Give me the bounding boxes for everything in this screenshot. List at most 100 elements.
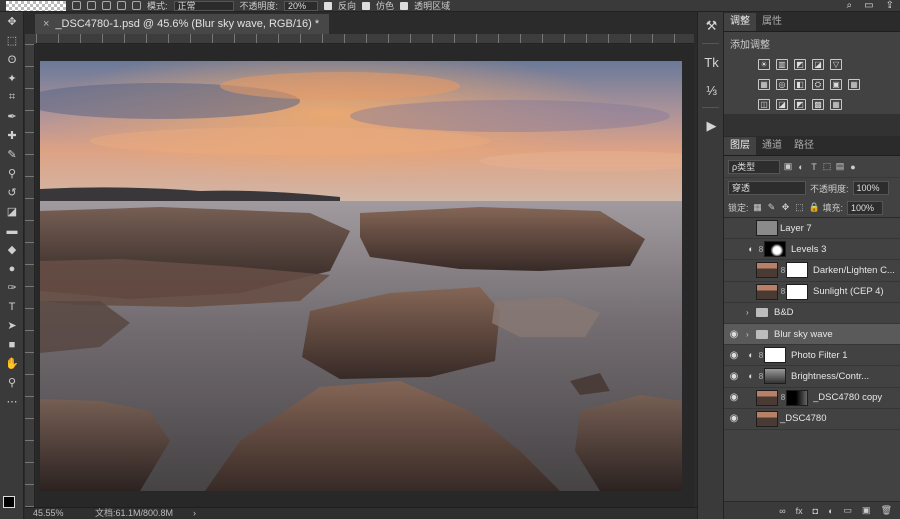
new-layer-icon[interactable]: ▣ (862, 505, 871, 516)
lasso-tool-icon[interactable]: ʘ (0, 50, 24, 69)
mode-select[interactable]: 正常 (173, 0, 234, 11)
tab-properties[interactable]: 属性 (756, 13, 788, 31)
filter-shape-icon[interactable]: ⬚ (822, 161, 832, 172)
layer-thumbnail[interactable] (756, 283, 778, 300)
adjustment-2-3-icon[interactable]: ◧ (794, 78, 806, 90)
trash-icon[interactable]: 🗑 (881, 505, 892, 516)
eraser-tool-icon[interactable]: ◪ (0, 202, 24, 221)
layer-mask-thumbnail[interactable] (764, 241, 786, 258)
search-icon[interactable]: ⌕ (847, 0, 853, 11)
layer-row[interactable]: ◉› B&D (724, 303, 900, 324)
filter-pixel-icon[interactable]: ▣ (783, 161, 793, 172)
lock-artboard-icon[interactable]: ⬚ (795, 202, 805, 213)
visibility-eye-icon[interactable]: ◉ (724, 265, 744, 276)
group-expand-icon[interactable]: › (746, 330, 754, 339)
lock-pixels-icon[interactable]: ✎ (767, 202, 777, 213)
adjustment-3-5-icon[interactable]: ▦ (830, 98, 842, 110)
shape-tool-icon[interactable]: ■ (0, 335, 24, 354)
adjustment-2-2-icon[interactable]: ◎ (776, 78, 788, 90)
angle-gradient-icon[interactable] (117, 1, 126, 10)
fx-icon[interactable]: fx (796, 506, 803, 516)
adjustment-1-1-icon[interactable]: ☀ (758, 58, 770, 70)
hand-tool-icon[interactable]: ✋ (0, 354, 24, 373)
layer-row[interactable]: ◉◐8Levels 3 (724, 239, 900, 261)
dither-checkbox[interactable] (362, 1, 371, 10)
layer-mask-thumbnail[interactable] (786, 389, 808, 406)
opacity-field[interactable]: 20% (284, 0, 319, 11)
new-adjustment-icon[interactable]: ◐ (828, 506, 833, 516)
filter-toggle-icon[interactable]: ● (848, 162, 858, 172)
visibility-eye-icon[interactable]: ◉ (724, 223, 744, 234)
reverse-checkbox[interactable] (324, 1, 333, 10)
path-selection-tool-icon[interactable]: ➤ (0, 316, 24, 335)
pen-tool-icon[interactable]: ✑ (0, 278, 24, 297)
radial-gradient-icon[interactable] (102, 1, 111, 10)
adjustment-2-6-icon[interactable]: ▦ (848, 78, 860, 90)
visibility-eye-icon[interactable]: ◉ (724, 286, 744, 297)
adjustment-3-2-icon[interactable]: ◪ (776, 98, 788, 110)
adjustment-1-5-icon[interactable]: ▽ (830, 58, 842, 70)
tool-presets-icon[interactable]: ⚒ (698, 12, 725, 40)
linear-gradient-icon[interactable] (87, 1, 96, 10)
lock-transparent-icon[interactable]: ▦ (753, 202, 763, 213)
visibility-eye-icon[interactable]: ◉ (724, 244, 744, 255)
lock-position-icon[interactable]: ✥ (781, 202, 791, 213)
adjustment-3-3-icon[interactable]: ◩ (794, 98, 806, 110)
visibility-eye-icon[interactable]: ◉ (724, 392, 744, 403)
history-brush-tool-icon[interactable]: ↺ (0, 183, 24, 202)
tab-paths[interactable]: 路径 (788, 137, 820, 155)
layer-row[interactable]: ◉8Sunlight (CEP 4) (724, 282, 900, 303)
layer-mask-thumbnail[interactable] (764, 368, 786, 385)
link-layers-icon[interactable]: ∞ (779, 506, 785, 516)
lock-all-icon[interactable]: 🔒 (809, 202, 820, 213)
layer-row[interactable]: ◉ 8 _DSC4780 copy (724, 388, 900, 409)
layer-row[interactable]: ◉ _DSC4780 (724, 409, 900, 430)
horizontal-ruler[interactable] (36, 34, 694, 44)
filter-type-icon[interactable]: T (809, 162, 819, 172)
layer-opacity-field[interactable]: 100% (852, 181, 889, 195)
layer-filter-select[interactable]: ρ类型 (728, 159, 780, 174)
magic-wand-tool-icon[interactable]: ✦ (0, 69, 24, 88)
adjustment-3-4-icon[interactable]: ▩ (812, 98, 824, 110)
blend-mode-select[interactable]: 穿透 (728, 181, 806, 195)
color-swatches[interactable] (3, 488, 23, 513)
layer-row[interactable]: ◉ Layer 7 (724, 218, 900, 240)
layer-thumbnail[interactable] (756, 262, 778, 279)
glyphs-icon[interactable]: Tk (698, 48, 725, 76)
layer-row[interactable]: ◉ ◐ 8 Photo Filter 1 (724, 345, 900, 367)
visibility-eye-icon[interactable]: ◉ (724, 413, 744, 424)
gradient-tool-icon[interactable]: ▬ (0, 221, 24, 240)
add-mask-icon[interactable]: ◘ (813, 506, 818, 516)
layer-thumbnail[interactable] (756, 389, 778, 406)
healing-brush-tool-icon[interactable]: ✚ (0, 126, 24, 145)
more-tools-icon[interactable]: ⋯ (0, 392, 24, 411)
dodge-tool-icon[interactable]: ● (0, 259, 24, 278)
visibility-eye-icon[interactable]: ◉ (724, 350, 744, 361)
gradient-picker[interactable] (6, 0, 66, 11)
tab-adjustments[interactable]: 调整 (724, 13, 756, 31)
share-icon[interactable]: ⇪ (886, 0, 894, 11)
layer-row[interactable]: ◉8Darken/Lighten C... (724, 260, 900, 282)
foreground-color-swatch[interactable] (3, 496, 15, 508)
visibility-eye-icon[interactable]: ◉ (724, 307, 744, 318)
zoom-level[interactable]: 45.55% (33, 508, 64, 519)
vertical-ruler[interactable] (25, 44, 35, 507)
play-actions-icon[interactable]: ▶ (698, 112, 725, 140)
adjustment-2-5-icon[interactable]: ▣ (830, 78, 842, 90)
marquee-tool-icon[interactable]: ⬚ (0, 31, 24, 50)
move-tool-icon[interactable]: ✥ (0, 12, 24, 31)
workspace-icon[interactable]: ▭ (864, 0, 873, 11)
filter-smart-icon[interactable]: ▤ (835, 161, 845, 172)
layer-mask-thumbnail[interactable] (786, 283, 808, 300)
eyedropper-tool-icon[interactable]: ✒ (0, 107, 24, 126)
crop-tool-icon[interactable]: ⌗ (0, 88, 24, 107)
close-tab-icon[interactable]: × (43, 14, 49, 34)
tab-layers[interactable]: 图层 (724, 137, 756, 155)
document-canvas-image[interactable] (40, 61, 682, 491)
adjustment-2-4-icon[interactable]: ⛭ (812, 78, 824, 90)
layer-mask-thumbnail[interactable] (764, 347, 786, 364)
adjustment-2-1-icon[interactable]: ▦ (758, 78, 770, 90)
adjustment-1-3-icon[interactable]: ◩ (794, 58, 806, 70)
adjustment-1-4-icon[interactable]: ◪ (812, 58, 824, 70)
tab-channels[interactable]: 通道 (756, 137, 788, 155)
